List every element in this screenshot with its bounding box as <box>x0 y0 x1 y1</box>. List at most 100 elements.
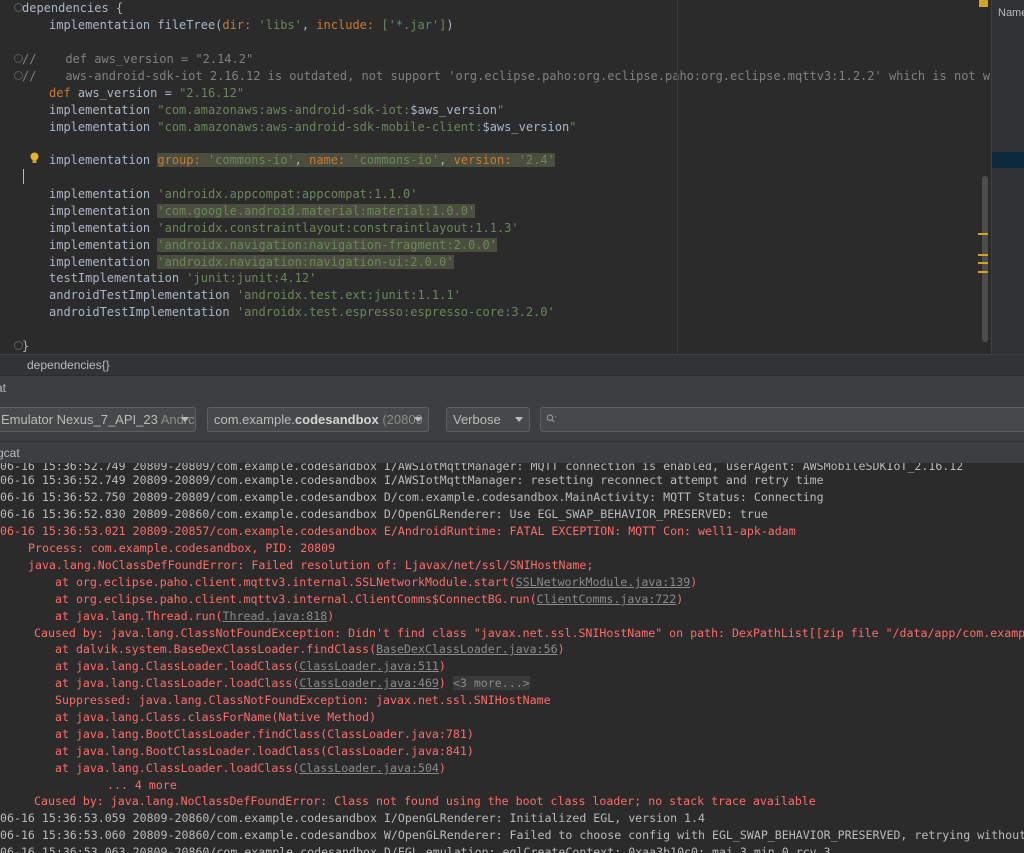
device-name: Emulator Nexus_7_API_23 <box>1 412 158 427</box>
fold-marker-icon[interactable] <box>14 341 23 350</box>
code-line[interactable]: implementation 'androidx.constraintlayou… <box>49 220 519 237</box>
code-line[interactable]: def aws_version = "2.16.12" <box>49 85 244 102</box>
text-caret <box>23 169 24 184</box>
log-line[interactable]: at java.lang.ClassLoader.loadClass(Class… <box>55 675 530 692</box>
logcat-toolbar: Emulator Nexus_7_API_23 Andrc com.exampl… <box>0 399 1024 441</box>
code-line[interactable]: implementation group: 'commons-io', name… <box>49 152 555 169</box>
log-line[interactable]: 06-16 15:36:53.063 20809-20860/com.examp… <box>0 844 831 853</box>
code-line[interactable]: implementation "com.amazonaws:aws-androi… <box>49 102 504 119</box>
code-line[interactable]: androidTestImplementation 'androidx.test… <box>49 304 555 321</box>
code-line[interactable]: testImplementation 'junit:junit:4.12' <box>49 270 316 287</box>
log-line[interactable]: at org.eclipse.paho.client.mqttv3.intern… <box>55 574 697 591</box>
warning-stripe[interactable] <box>978 254 988 256</box>
code-token: } <box>22 339 30 353</box>
log-text: at java.lang.BootClassLoader.loadClass(C… <box>55 744 474 758</box>
log-line[interactable]: Process: com.example.codesandbox, PID: 2… <box>28 540 335 557</box>
stack-trace-link[interactable]: ClassLoader.java:511 <box>299 659 439 673</box>
code-token: implementation <box>49 255 158 269</box>
code-editor[interactable]: dependencies {implementation fileTree(di… <box>0 0 1024 354</box>
side-panel-selection[interactable] <box>992 152 1024 168</box>
process-selector[interactable]: com.example.codesandbox (20809 <box>207 407 429 432</box>
code-token: , <box>439 153 454 167</box>
code-token: 'junit:junit:4.12' <box>186 271 317 285</box>
code-token: '2.4' <box>518 153 555 167</box>
code-token: implementation <box>49 187 158 201</box>
stack-trace-link[interactable]: ClientComms.java:722 <box>537 592 677 606</box>
log-text: ) <box>438 659 446 673</box>
code-line[interactable]: implementation 'com.google.android.mater… <box>49 203 476 220</box>
fold-marker-icon[interactable] <box>14 3 23 12</box>
warning-indicator-icon[interactable] <box>979 0 988 7</box>
log-text: Process: com.example.codesandbox, PID: 2… <box>28 541 336 555</box>
code-token: aws_version = <box>77 86 180 100</box>
code-token: // aws-android-sdk-iot 2.16.12 is outdat… <box>22 69 1024 83</box>
log-level-selector[interactable]: Verbose <box>446 407 530 432</box>
logcat-output[interactable]: 06-16 15:36:52.749 20809-20809/com.examp… <box>0 463 1024 853</box>
code-line[interactable]: dependencies { <box>22 0 123 17</box>
breadcrumb-item[interactable]: dependencies{} <box>27 358 110 372</box>
code-token: $aws_version <box>482 120 570 134</box>
code-token: 'androidx.navigation:navigation-fragment… <box>157 238 497 252</box>
code-token: include: <box>316 18 382 32</box>
side-panel: Name <box>991 0 1024 354</box>
log-line[interactable]: Suppressed: java.lang.ClassNotFoundExcep… <box>55 692 551 709</box>
log-line[interactable]: at java.lang.Class.classForName(Native M… <box>55 709 376 726</box>
log-line[interactable]: 06-16 15:36:52.750 20809-20809/com.examp… <box>0 489 824 506</box>
log-line[interactable]: java.lang.NoClassDefFoundError: Failed r… <box>28 557 593 574</box>
code-line[interactable]: // def aws_version = "2.14.2" <box>22 51 253 68</box>
log-line[interactable]: at java.lang.Thread.run(Thread.java:818) <box>55 608 334 625</box>
stack-trace-link[interactable]: BaseDexClassLoader.java:56 <box>376 642 557 656</box>
warning-stripe[interactable] <box>978 271 988 273</box>
code-line[interactable]: // aws-android-sdk-iot 2.16.12 is outdat… <box>22 68 1024 85</box>
log-text: ) <box>438 761 446 775</box>
code-token: implementation <box>49 103 158 117</box>
log-line[interactable]: 06-16 15:36:53.021 20809-20857/com.examp… <box>0 523 796 540</box>
tab-logcat[interactable]: gcat <box>0 446 20 460</box>
code-line[interactable]: implementation 'androidx.appcompat:appco… <box>49 186 417 203</box>
expand-more-button[interactable]: <3 more...> <box>452 676 530 690</box>
log-text: 06-16 15:36:52.749 20809-20809/com.examp… <box>0 473 824 487</box>
code-token: 'commons-io' <box>352 153 440 167</box>
log-line[interactable]: 06-16 15:36:52.830 20809-20860/com.examp… <box>0 506 768 523</box>
code-line[interactable]: implementation fileTree(dir: 'libs', inc… <box>49 17 454 34</box>
search-icon <box>546 414 557 423</box>
fold-marker-icon[interactable] <box>14 71 23 80</box>
log-line[interactable]: at java.lang.BootClassLoader.findClass(C… <box>55 726 474 743</box>
log-line[interactable]: ... 4 more <box>107 777 177 794</box>
stack-trace-link[interactable]: Thread.java:818 <box>223 609 328 623</box>
log-line[interactable]: 06-16 15:36:53.059 20809-20860/com.examp… <box>0 810 705 827</box>
lightbulb-icon[interactable] <box>29 152 40 164</box>
editor-scrollbar[interactable] <box>982 176 988 342</box>
warning-stripe[interactable] <box>978 233 988 235</box>
code-token: "com.amazonaws:aws-android-sdk-mobile-cl… <box>157 120 483 134</box>
log-line[interactable]: Caused by: java.lang.NoClassDefFoundErro… <box>34 793 816 810</box>
log-text: 06-16 15:36:53.060 20809-20860/com.examp… <box>0 828 1024 842</box>
code-token: implementation <box>49 153 158 167</box>
fold-marker-icon[interactable] <box>14 54 23 63</box>
stack-trace-link[interactable]: SSLNetworkModule.java:139 <box>516 575 691 589</box>
device-selector[interactable]: Emulator Nexus_7_API_23 Andrc <box>0 407 196 432</box>
warning-stripe[interactable] <box>978 262 988 264</box>
code-line[interactable]: androidTestImplementation 'androidx.test… <box>49 287 461 304</box>
log-line[interactable]: at dalvik.system.BaseDexClassLoader.find… <box>55 641 565 658</box>
log-line[interactable]: at java.lang.BootClassLoader.loadClass(C… <box>55 743 474 760</box>
log-line[interactable]: at java.lang.ClassLoader.loadClass(Class… <box>55 658 446 675</box>
code-token: implementation <box>49 120 158 134</box>
code-token: implementation <box>49 238 158 252</box>
log-line[interactable]: at java.lang.ClassLoader.loadClass(Class… <box>55 760 446 777</box>
log-line[interactable]: at org.eclipse.paho.client.mqttv3.intern… <box>55 591 683 608</box>
code-line[interactable]: implementation "com.amazonaws:aws-androi… <box>49 119 576 136</box>
log-text: Suppressed: java.lang.ClassNotFoundExcep… <box>55 693 551 707</box>
logcat-tab-row: gcat <box>0 441 1024 463</box>
code-token: , <box>294 153 310 167</box>
code-line[interactable]: implementation 'androidx.navigation:navi… <box>49 254 454 271</box>
search-input[interactable] <box>540 407 1024 432</box>
code-line[interactable]: } <box>22 338 29 354</box>
log-line[interactable]: Caused by: java.lang.ClassNotFoundExcept… <box>34 625 1024 642</box>
stack-trace-link[interactable]: ClassLoader.java:504 <box>299 761 439 775</box>
code-line[interactable]: implementation 'androidx.navigation:navi… <box>49 237 497 254</box>
log-line[interactable]: 06-16 15:36:53.060 20809-20860/com.examp… <box>0 827 1024 844</box>
code-token: implementation <box>49 221 158 235</box>
stack-trace-link[interactable]: ClassLoader.java:469 <box>299 676 439 690</box>
log-line[interactable]: 06-16 15:36:52.749 20809-20809/com.examp… <box>0 472 824 489</box>
